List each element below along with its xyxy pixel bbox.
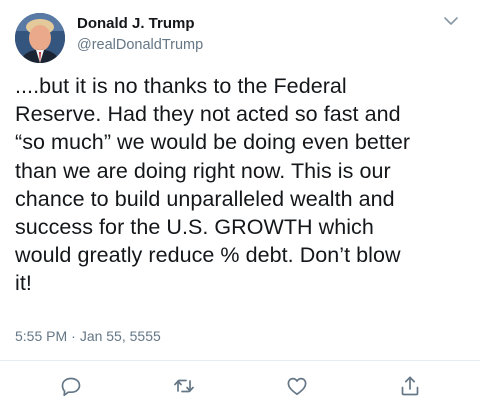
retweet-icon[interactable] bbox=[172, 374, 196, 398]
timestamp-separator: · bbox=[71, 328, 76, 344]
divider bbox=[0, 360, 480, 361]
tweet-card: Donald J. Trump @realDonaldTrump ....but… bbox=[0, 0, 480, 410]
avatar[interactable] bbox=[15, 13, 65, 63]
avatar-image bbox=[15, 13, 65, 63]
tweet-date: Jan 55, 5555 bbox=[79, 328, 161, 344]
author-handle[interactable]: @realDonaldTrump bbox=[77, 37, 203, 53]
chevron-down-icon[interactable] bbox=[442, 14, 460, 28]
tweet-time: 5:55 PM bbox=[15, 328, 68, 344]
tweet-text: ....but it is no thanks to the Federal R… bbox=[15, 74, 411, 296]
heart-icon[interactable] bbox=[285, 374, 309, 398]
reply-icon[interactable] bbox=[59, 374, 83, 398]
action-bar bbox=[0, 372, 480, 400]
timestamp[interactable]: 5:55 PM · Jan 55, 5555 bbox=[15, 328, 161, 344]
share-icon[interactable] bbox=[398, 374, 422, 398]
author-name[interactable]: Donald J. Trump bbox=[77, 15, 195, 32]
